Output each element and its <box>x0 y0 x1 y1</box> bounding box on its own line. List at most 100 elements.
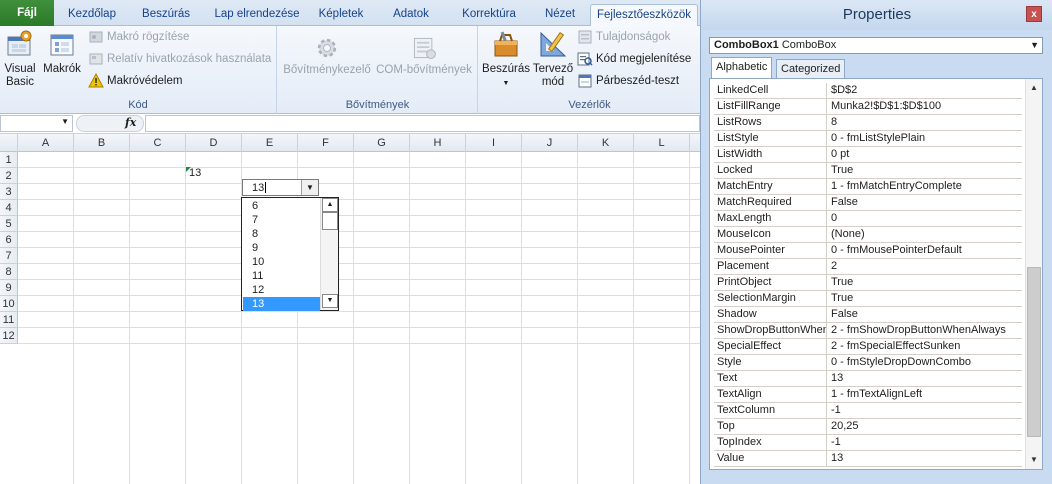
name-box[interactable]: ▼ <box>0 115 73 132</box>
property-row[interactable]: ListStyle 0 - fmListStylePlain <box>714 131 1022 147</box>
property-value[interactable]: -1 <box>828 435 1022 451</box>
ribbon-tab-8[interactable]: Nézet <box>534 4 586 26</box>
combobox-list-item[interactable]: 10 <box>243 255 320 269</box>
property-row[interactable]: Placement 2 <box>714 259 1022 275</box>
property-value[interactable]: 13 <box>828 371 1022 387</box>
run-dialog-button[interactable]: Párbeszéd-teszt <box>577 72 679 90</box>
property-grid[interactable]: LinkedCell $D$2 ListFillRange Munka2!$D$1:$… <box>709 78 1043 470</box>
property-value[interactable]: True <box>828 275 1022 291</box>
property-row[interactable]: ListRows 8 <box>714 115 1022 131</box>
property-row[interactable]: ListWidth 0 pt <box>714 147 1022 163</box>
combobox-control[interactable]: 13 ▼ <box>242 179 319 196</box>
macro-security-button[interactable]: Makróvédelem <box>88 72 182 90</box>
property-value[interactable]: 8 <box>828 115 1022 131</box>
column-header[interactable]: C <box>130 134 186 152</box>
combobox-list-item[interactable]: 9 <box>243 241 320 255</box>
row-header[interactable]: 3 <box>0 184 18 200</box>
design-mode-button[interactable]: Tervező mód <box>531 29 575 89</box>
scroll-thumb[interactable] <box>322 212 338 230</box>
property-value[interactable]: 13 <box>828 451 1022 467</box>
property-row[interactable]: TextColumn -1 <box>714 403 1022 419</box>
property-row[interactable]: MouseIcon (None) <box>714 227 1022 243</box>
column-header[interactable]: D <box>186 134 242 152</box>
ribbon-tab-1[interactable]: Fájl <box>0 0 54 26</box>
property-value[interactable]: False <box>828 195 1022 211</box>
tab-categorized[interactable]: Categorized <box>776 59 846 78</box>
property-row[interactable]: TopIndex -1 <box>714 435 1022 451</box>
combobox-list-item[interactable]: 7 <box>243 213 320 227</box>
property-value[interactable]: (None) <box>828 227 1022 243</box>
select-all-corner[interactable] <box>0 134 18 152</box>
property-row[interactable]: Shadow False <box>714 307 1022 323</box>
row-header[interactable]: 5 <box>0 216 18 232</box>
combobox-value[interactable]: 13 <box>252 182 264 194</box>
property-value[interactable]: Munka2!$D$1:$D$100 <box>828 99 1022 115</box>
ribbon-tab-5[interactable]: Képletek <box>308 4 374 26</box>
column-header[interactable]: E <box>242 134 298 152</box>
property-value[interactable]: 2 <box>828 259 1022 275</box>
property-value[interactable]: 1 - fmMatchEntryComplete <box>828 179 1022 195</box>
object-select[interactable]: ComboBox1 ComboBox ▼ <box>709 37 1043 54</box>
property-row[interactable]: SelectionMargin True <box>714 291 1022 307</box>
tab-alphabetic[interactable]: Alphabetic <box>711 57 773 79</box>
row-header[interactable]: 12 <box>0 328 18 344</box>
cell-d2[interactable]: 13 <box>189 167 201 179</box>
column-header[interactable]: A <box>18 134 74 152</box>
property-value[interactable]: 0 pt <box>828 147 1022 163</box>
formula-input[interactable] <box>145 115 700 132</box>
property-row[interactable]: ShowDropButtonWhen 2 - fmShowDropButtonWh… <box>714 323 1022 339</box>
ribbon-tab-2[interactable]: Kezdőlap <box>60 4 124 26</box>
property-value[interactable]: 20,25 <box>828 419 1022 435</box>
property-value[interactable]: 2 - fmSpecialEffectSunken <box>828 339 1022 355</box>
property-scrollbar[interactable]: ▲ ▼ <box>1025 79 1042 469</box>
combobox-list-item[interactable]: 6 <box>243 199 320 213</box>
combobox-list-item[interactable]: 8 <box>243 227 320 241</box>
combobox-list-item[interactable]: 13 <box>243 297 320 311</box>
close-button[interactable]: x <box>1026 6 1042 22</box>
row-header[interactable]: 2 <box>0 168 18 184</box>
property-row[interactable]: ListFillRange Munka2!$D$1:$D$100 <box>714 99 1022 115</box>
worksheet-grid[interactable]: ABCDEFGHIJKL 1 2 3 4 5 6 7 8 9 10 11 12 13 13 ▼ 678… <box>0 134 700 484</box>
scroll-down-button[interactable]: ▼ <box>1026 453 1042 467</box>
com-addins-button[interactable]: COM-bővítmények <box>374 34 474 77</box>
macros-button[interactable]: Makrók <box>40 29 84 76</box>
property-value[interactable]: 0 - fmListStylePlain <box>828 131 1022 147</box>
view-code-button[interactable]: Kód megjelenítése <box>577 50 691 68</box>
property-row[interactable]: Top 20,25 <box>714 419 1022 435</box>
addins-button[interactable]: Bővítménykezelő <box>282 34 372 77</box>
property-row[interactable]: Text 13 <box>714 371 1022 387</box>
property-value[interactable]: 0 <box>828 211 1022 227</box>
scroll-down-button[interactable]: ▼ <box>322 294 338 308</box>
property-value[interactable]: True <box>828 291 1022 307</box>
ribbon-tab-9[interactable]: Fejlesztőeszközök <box>590 4 698 27</box>
chevron-down-icon[interactable]: ▼ <box>1030 38 1039 53</box>
row-header[interactable]: 4 <box>0 200 18 216</box>
property-row[interactable]: MatchRequired False <box>714 195 1022 211</box>
property-row[interactable]: SpecialEffect 2 - fmSpecialEffectSunken <box>714 339 1022 355</box>
column-header[interactable]: H <box>410 134 466 152</box>
column-header[interactable]: B <box>74 134 130 152</box>
row-header[interactable]: 1 <box>0 152 18 168</box>
property-row[interactable]: Value 13 <box>714 451 1022 467</box>
column-header[interactable]: J <box>522 134 578 152</box>
property-row[interactable]: LinkedCell $D$2 <box>714 83 1022 99</box>
combobox-list-item[interactable]: 11 <box>243 269 320 283</box>
property-value[interactable]: False <box>828 307 1022 323</box>
property-value[interactable]: True <box>828 163 1022 179</box>
insert-function-icon[interactable]: fx <box>125 116 136 129</box>
row-header[interactable]: 9 <box>0 280 18 296</box>
row-header[interactable]: 11 <box>0 312 18 328</box>
property-row[interactable]: Style 0 - fmStyleDropDownCombo <box>714 355 1022 371</box>
property-row[interactable]: MatchEntry 1 - fmMatchEntryComplete <box>714 179 1022 195</box>
property-value[interactable]: $D$2 <box>828 83 1022 99</box>
column-header[interactable]: G <box>354 134 410 152</box>
row-header[interactable]: 10 <box>0 296 18 312</box>
property-row[interactable]: TextAlign 1 - fmTextAlignLeft <box>714 387 1022 403</box>
scroll-thumb[interactable] <box>1027 267 1041 437</box>
property-value[interactable]: 0 - fmMousePointerDefault <box>828 243 1022 259</box>
properties-button[interactable]: Tulajdonságok <box>577 28 670 46</box>
ribbon-tab-3[interactable]: Beszúrás <box>134 4 198 26</box>
visual-basic-button[interactable]: Visual Basic <box>2 29 38 89</box>
column-header[interactable]: F <box>298 134 354 152</box>
property-value[interactable]: -1 <box>828 403 1022 419</box>
